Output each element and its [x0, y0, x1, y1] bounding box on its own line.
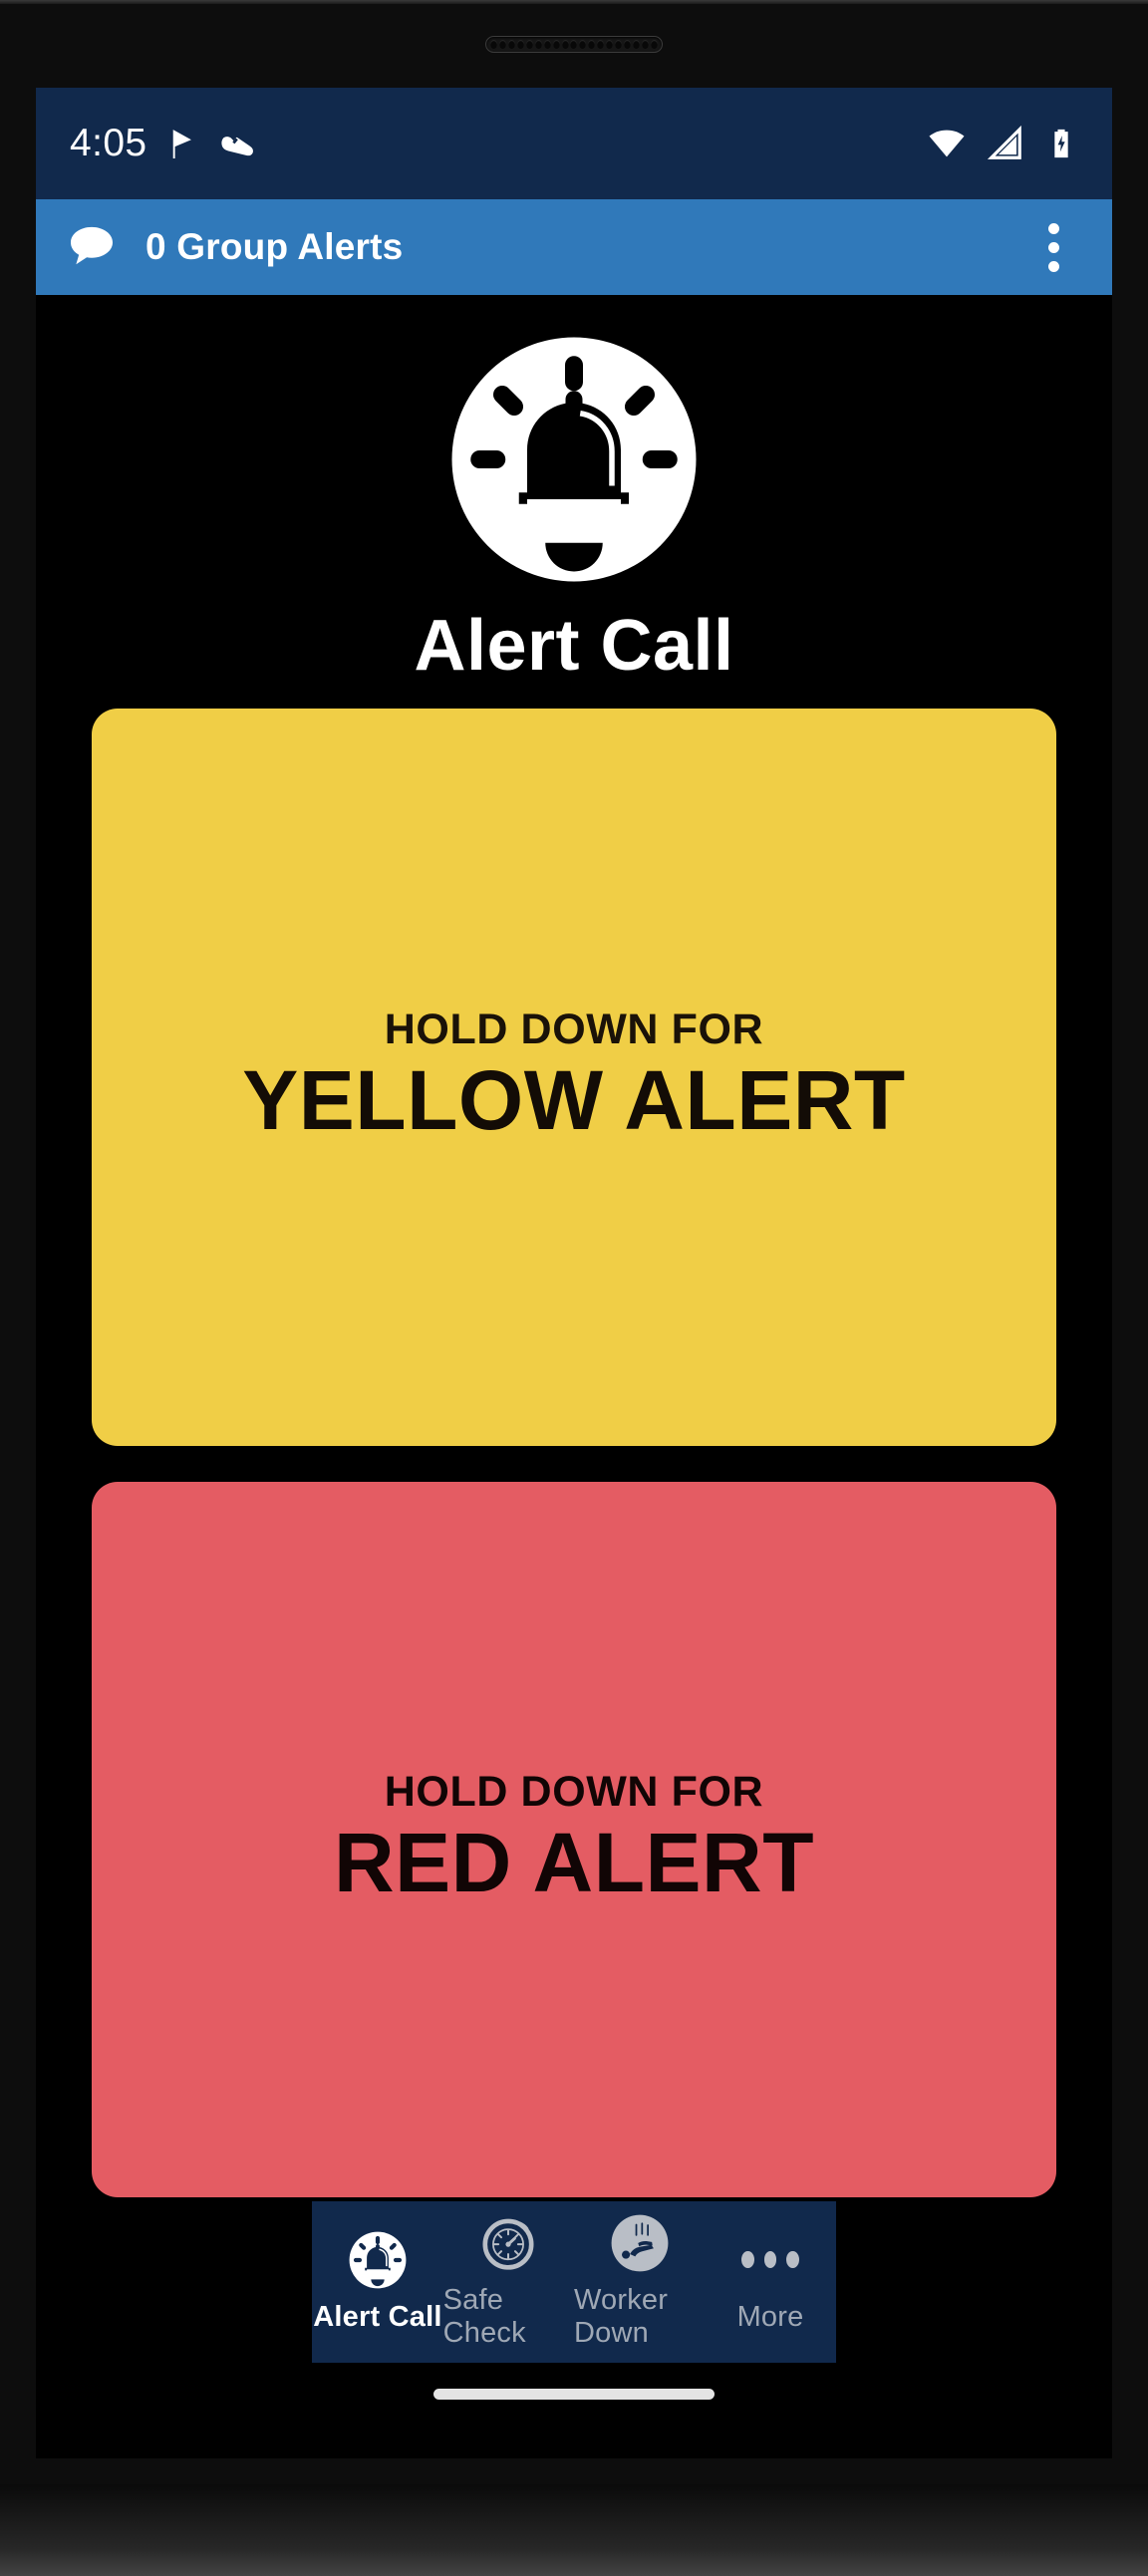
status-bar-left: 4:05 [70, 122, 257, 165]
more-dot [741, 2251, 754, 2268]
grille-hole [490, 40, 497, 49]
grille-hole [561, 40, 569, 49]
overflow-dot [1047, 222, 1059, 234]
status-bar-right [927, 124, 1078, 163]
yellow-alert-name: YELLOW ALERT [242, 1053, 906, 1148]
more-dots-icon [741, 2231, 800, 2289]
nav-item-worker-down[interactable]: Worker Down [574, 2201, 705, 2363]
grille-hole [516, 40, 524, 49]
nav-item-safe-check[interactable]: Safe Check [443, 2201, 574, 2363]
alarm-bell-icon [349, 2231, 407, 2289]
chat-bubble-icon[interactable] [64, 219, 120, 275]
device-top-edge [0, 0, 1148, 4]
red-alert-button[interactable]: HOLD DOWN FOR RED ALERT [92, 1482, 1056, 2197]
page-title: Alert Call [414, 606, 734, 686]
grille-hole [624, 40, 632, 49]
worker-down-icon [611, 2214, 669, 2272]
grille-hole [650, 40, 658, 49]
group-alerts-title: 0 Group Alerts [145, 226, 404, 267]
wifi-icon [927, 124, 967, 163]
brand-header: Alert Call [414, 295, 733, 687]
alert-buttons: HOLD DOWN FOR YELLOW ALERT HOLD DOWN FOR… [36, 687, 1112, 2201]
overflow-dot [1047, 241, 1059, 253]
stopwatch-icon [479, 2214, 537, 2272]
device-bottom-edge [0, 2484, 1148, 2576]
cellular-signal-icon [987, 125, 1024, 162]
grille-hole [641, 40, 649, 49]
bottom-navigation: Alert Call Safe Check Worker Down More [312, 2201, 836, 2363]
grille-hole [552, 40, 560, 49]
status-bar-clock: 4:05 [70, 122, 147, 164]
device-frame: 4:05 0 Group Alerts Alert Call HOLD DOWN… [0, 0, 1148, 2576]
more-dot [786, 2251, 800, 2268]
nav-label-more: More [736, 2300, 804, 2333]
app-content: Alert Call HOLD DOWN FOR YELLOW ALERT HO… [36, 295, 1112, 2458]
grille-hole [534, 40, 542, 49]
grille-hole [525, 40, 533, 49]
grille-hole [543, 40, 551, 49]
grille-hole [570, 40, 578, 49]
gesture-home-bar[interactable] [433, 2389, 715, 2400]
battery-charging-icon [1044, 127, 1078, 160]
grille-hole [507, 40, 515, 49]
overflow-dot [1047, 260, 1059, 272]
grille-hole [606, 40, 614, 49]
red-alert-hold-label: HOLD DOWN FOR [384, 1768, 764, 1817]
yellow-alert-button[interactable]: HOLD DOWN FOR YELLOW ALERT [92, 709, 1056, 1446]
nav-label-alert-call: Alert Call [313, 2300, 442, 2333]
grille-hole [615, 40, 623, 49]
nav-label-safe-check: Safe Check [442, 2284, 526, 2349]
flag-icon [164, 125, 202, 162]
yellow-alert-hold-label: HOLD DOWN FOR [384, 1005, 764, 1054]
grille-hole [597, 40, 605, 49]
grille-hole [588, 40, 596, 49]
grille-hole [633, 40, 640, 49]
grille-hole [579, 40, 587, 49]
status-bar: 4:05 [36, 88, 1112, 199]
earpiece-speaker-grille [485, 36, 663, 53]
nav-item-more[interactable]: More [705, 2201, 835, 2363]
phone-screen: 4:05 0 Group Alerts Alert Call HOLD DOWN… [36, 88, 1112, 2458]
more-dot [763, 2251, 777, 2268]
nav-label-worker-down: Worker Down [573, 2284, 669, 2349]
grille-hole [498, 40, 506, 49]
gesture-navigation-area [433, 2363, 715, 2458]
nav-item-alert-call[interactable]: Alert Call [312, 2201, 442, 2363]
alarm-bell-icon [449, 335, 699, 589]
shoe-icon [219, 125, 257, 162]
more-vertical-icon[interactable] [1022, 211, 1084, 283]
app-bar: 0 Group Alerts [36, 199, 1112, 295]
red-alert-name: RED ALERT [333, 1816, 815, 1910]
